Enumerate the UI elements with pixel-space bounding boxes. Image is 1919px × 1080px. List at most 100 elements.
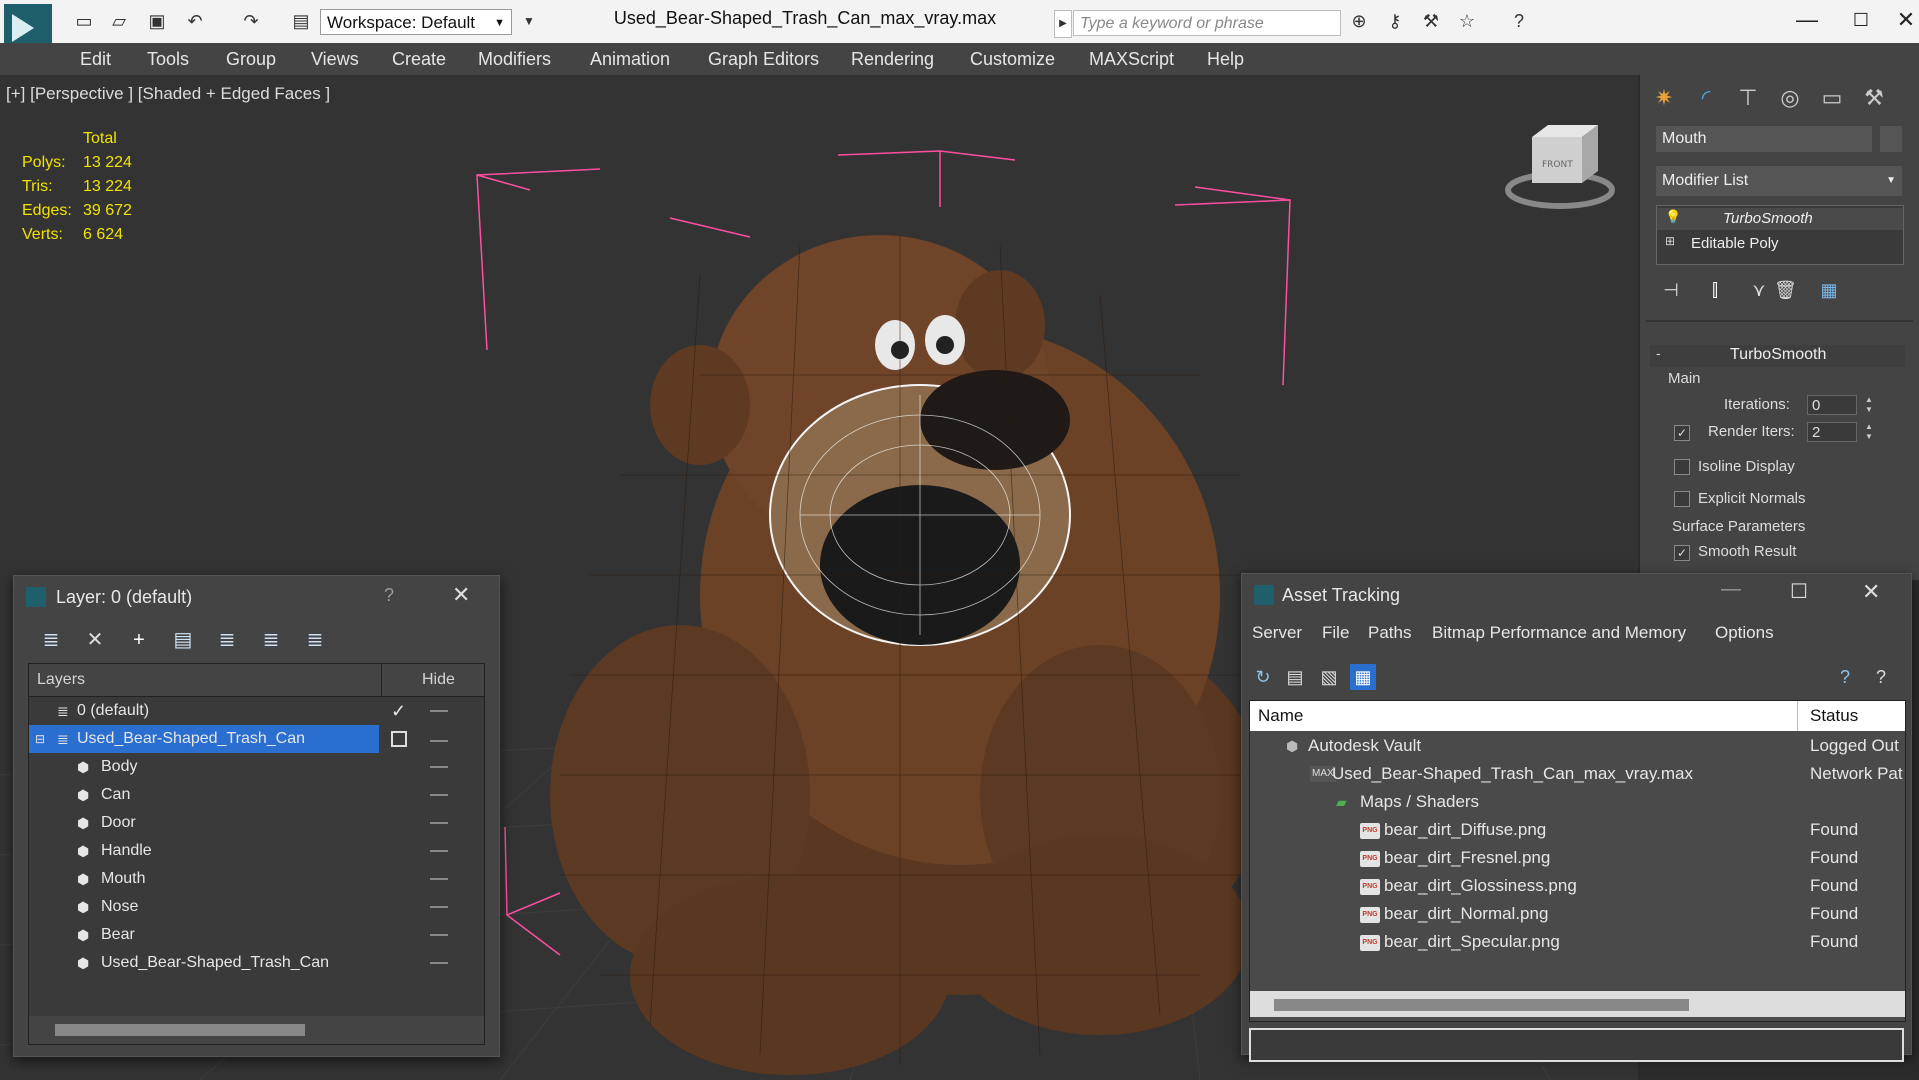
configure-sets-icon[interactable]: ▦ (1818, 280, 1840, 300)
close-button[interactable]: ✕ (452, 582, 470, 608)
scrollbar-thumb[interactable] (1274, 999, 1689, 1011)
viewcube[interactable]: FRONT (1505, 125, 1615, 209)
settings-help-icon[interactable]: ? (1868, 664, 1894, 690)
open-file-icon[interactable]: ▱ (108, 11, 130, 31)
search-input[interactable]: Type a keyword or phrase (1073, 10, 1341, 36)
menu-views[interactable]: Views (311, 49, 359, 70)
menu-file[interactable]: File (1322, 623, 1349, 643)
star-icon[interactable]: ☆ (1456, 11, 1478, 31)
menu-bitmap-performance[interactable]: Bitmap Performance and Memory (1432, 623, 1686, 643)
remove-modifier-icon[interactable]: 🗑 (1774, 280, 1797, 300)
render-iters-checkbox[interactable]: ✓ (1674, 425, 1690, 441)
key-icon[interactable]: ⚷ (1384, 11, 1406, 31)
asset-row[interactable]: PNG bear_dirt_Normal.png Found (1250, 900, 1905, 928)
column-layers[interactable]: Layers (37, 671, 85, 689)
column-name[interactable]: Name (1258, 706, 1303, 726)
menu-animation[interactable]: Animation (590, 49, 670, 70)
hide-toggle[interactable] (430, 710, 448, 712)
utilities-tab-icon[interactable]: ⚒ (1858, 83, 1890, 113)
object-row[interactable]: ⬢ Bear (29, 921, 484, 949)
object-color-swatch[interactable] (1880, 126, 1902, 152)
hide-toggle[interactable] (430, 878, 448, 880)
redo-icon[interactable]: ↷ (240, 11, 262, 31)
select-in-layer-icon[interactable]: ▤ (168, 626, 198, 654)
object-name-input[interactable]: Mouth (1656, 126, 1872, 152)
modifier-list-dropdown[interactable]: Modifier List ▼ (1656, 166, 1902, 196)
hide-toggle[interactable] (430, 906, 448, 908)
explicit-normals-checkbox[interactable] (1674, 491, 1690, 507)
column-status[interactable]: Status (1810, 706, 1858, 726)
motion-tab-icon[interactable]: ◎ (1774, 83, 1806, 113)
expand-icon[interactable]: ⊞ (1665, 234, 1675, 248)
asset-row[interactable]: ⬢ Autodesk Vault Logged Out (1250, 732, 1905, 760)
refresh-icon[interactable]: ↻ (1250, 664, 1276, 690)
create-tab-icon[interactable]: ✷ (1648, 83, 1680, 113)
object-row[interactable]: ⬢ Handle (29, 837, 484, 865)
isoline-display-checkbox[interactable] (1674, 459, 1690, 475)
menu-paths[interactable]: Paths (1368, 623, 1411, 643)
help-icon[interactable]: ? (1832, 664, 1858, 690)
object-row[interactable]: ⬢ Door (29, 809, 484, 837)
lightbulb-icon[interactable]: 💡 (1665, 209, 1681, 225)
freeze-all-layers-icon[interactable]: ≣ (300, 626, 330, 654)
workspace-select[interactable]: Workspace: Default ▼ (320, 9, 512, 35)
menu-create[interactable]: Create (392, 49, 446, 70)
menu-edit[interactable]: Edit (80, 49, 111, 70)
asset-row[interactable]: PNG bear_dirt_Fresnel.png Found (1250, 844, 1905, 872)
hide-toggle[interactable] (430, 822, 448, 824)
spinner-arrows-icon[interactable]: ▲ ▼ (1865, 395, 1875, 415)
minimize-button[interactable]: — (1721, 578, 1741, 601)
help-icon[interactable]: ? (1508, 11, 1530, 31)
viewport-label[interactable]: [+] [Perspective ] [Shaded + Edged Faces… (6, 84, 330, 104)
collapse-icon[interactable]: ⊟ (35, 725, 45, 753)
menu-modifiers[interactable]: Modifiers (478, 49, 551, 70)
checkmark-icon[interactable]: ✓ (391, 697, 406, 725)
modify-tab-icon[interactable]: ◜ (1690, 83, 1722, 113)
object-row[interactable]: ⬢ Can (29, 781, 484, 809)
stack-item-editable-poly[interactable]: ⊞ Editable Poly (1657, 233, 1903, 255)
add-to-layer-icon[interactable]: + (124, 626, 154, 654)
hide-all-layers-icon[interactable]: ≣ (256, 626, 286, 654)
scrollbar-thumb[interactable] (55, 1024, 305, 1036)
object-row[interactable]: ⬢ Nose (29, 893, 484, 921)
display-tab-icon[interactable]: ▭ (1816, 83, 1848, 113)
project-folder-icon[interactable]: ▤ (290, 11, 312, 31)
spinner-arrows-icon[interactable]: ▲ ▼ (1865, 422, 1875, 442)
render-iters-spinner[interactable]: 2 (1807, 422, 1857, 442)
hide-toggle[interactable] (430, 934, 448, 936)
menu-server[interactable]: Server (1252, 623, 1302, 643)
asset-row[interactable]: PNG bear_dirt_Specular.png Found (1250, 928, 1905, 956)
thumbnail-view-icon[interactable]: ▧ (1316, 664, 1342, 690)
hide-toggle[interactable] (430, 962, 448, 964)
new-file-icon[interactable]: ▭ (73, 11, 95, 31)
menu-options[interactable]: Options (1715, 623, 1774, 643)
maximize-button[interactable]: ☐ (1836, 4, 1886, 36)
path-input[interactable] (1249, 1028, 1904, 1062)
menu-tools[interactable]: Tools (147, 49, 189, 70)
list-view-icon[interactable]: ▤ (1282, 664, 1308, 690)
menu-customize[interactable]: Customize (970, 49, 1055, 70)
menu-rendering[interactable]: Rendering (851, 49, 934, 70)
iterations-spinner[interactable]: 0 (1807, 395, 1857, 415)
maximize-button[interactable]: ☐ (1790, 579, 1808, 604)
close-button[interactable]: ✕ (1893, 4, 1919, 36)
hide-toggle[interactable] (430, 766, 448, 768)
turbosmooth-rollout-header[interactable]: - TurboSmooth (1650, 345, 1905, 367)
make-unique-icon[interactable]: ⋎ (1748, 280, 1770, 300)
new-layer-icon[interactable]: ≣ (36, 626, 66, 654)
smooth-result-checkbox[interactable]: ✓ (1674, 545, 1690, 561)
object-row[interactable]: ⬢ Mouth (29, 865, 484, 893)
layer-row-selected[interactable]: ⊟ ≣ Used_Bear-Shaped_Trash_Can (29, 725, 379, 753)
hide-toggle[interactable] (430, 850, 448, 852)
column-hide[interactable]: Hide (422, 671, 455, 689)
search-expand-icon[interactable]: ▶ (1054, 10, 1072, 38)
layer-row[interactable]: ≣ 0 (default) ✓ (29, 697, 484, 725)
show-end-result-icon[interactable]: ⫿ (1704, 280, 1726, 300)
object-row[interactable]: ⬢ Used_Bear-Shaped_Trash_Can (29, 949, 484, 977)
menu-group[interactable]: Group (226, 49, 276, 70)
binoculars-icon[interactable]: ⊕ (1348, 11, 1370, 31)
hide-toggle[interactable] (430, 794, 448, 796)
delete-layer-icon[interactable]: ✕ (80, 626, 110, 654)
pin-stack-icon[interactable]: ⊣ (1660, 280, 1682, 300)
horizontal-scrollbar[interactable] (1250, 991, 1905, 1017)
